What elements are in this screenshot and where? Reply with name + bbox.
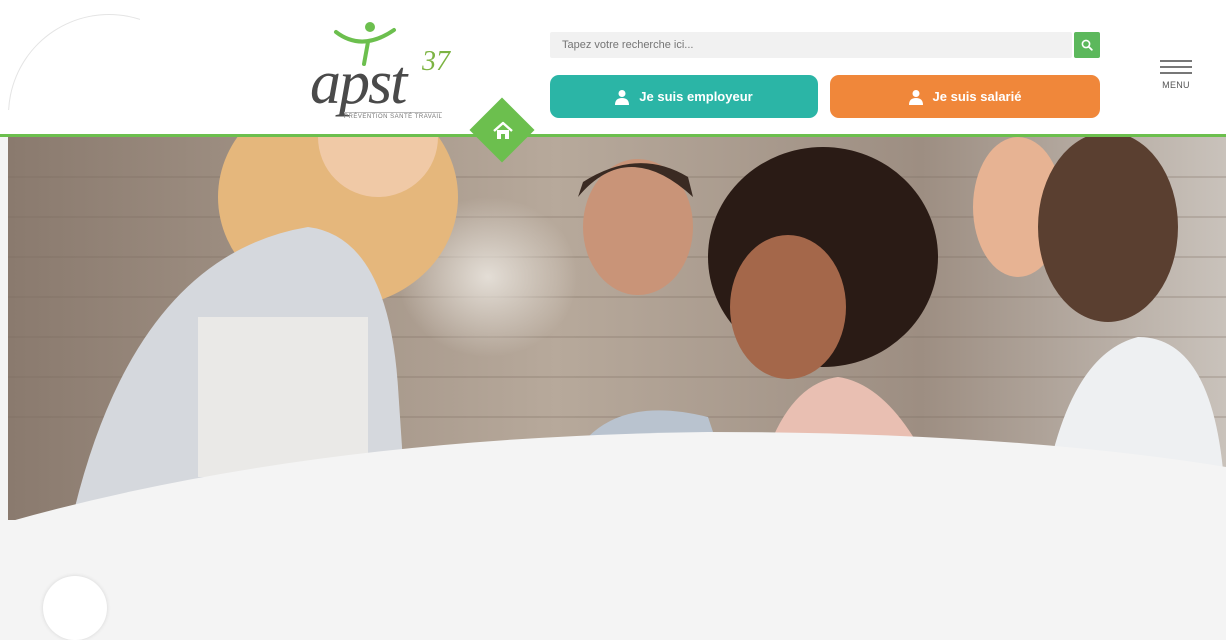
person-icon <box>615 89 630 105</box>
logo-tagline: PRÉVENTION SANTÉ TRAVAIL <box>344 112 443 120</box>
menu-label: MENU <box>1162 80 1190 90</box>
employee-button-label: Je suis salarié <box>932 89 1022 104</box>
hero-photo-illustration <box>8 137 1226 537</box>
search-input[interactable] <box>550 32 1060 58</box>
logo-wordmark: apst <box>310 49 407 117</box>
logo-number: 37 <box>422 46 450 77</box>
employer-button-label: Je suis employeur <box>639 89 753 104</box>
home-icon <box>493 121 513 139</box>
apst-logo[interactable]: apst 37 PRÉVENTION SANTÉ TRAVAIL <box>300 18 470 128</box>
search-icon <box>1081 39 1093 51</box>
person-icon <box>908 89 923 105</box>
menu-button[interactable]: MENU <box>1156 60 1196 100</box>
hero-image <box>8 137 1226 537</box>
hamburger-icon <box>1160 60 1192 78</box>
content-area <box>8 520 1226 600</box>
decorative-arc <box>0 0 140 110</box>
search-box <box>550 32 1072 58</box>
site-header: apst 37 PRÉVENTION SANTÉ TRAVAIL Je suis… <box>0 0 1226 134</box>
scroll-circle-button[interactable] <box>43 576 107 640</box>
search-button[interactable] <box>1074 32 1100 58</box>
employee-button[interactable]: Je suis salarié <box>830 75 1100 118</box>
employer-button[interactable]: Je suis employeur <box>550 75 818 118</box>
